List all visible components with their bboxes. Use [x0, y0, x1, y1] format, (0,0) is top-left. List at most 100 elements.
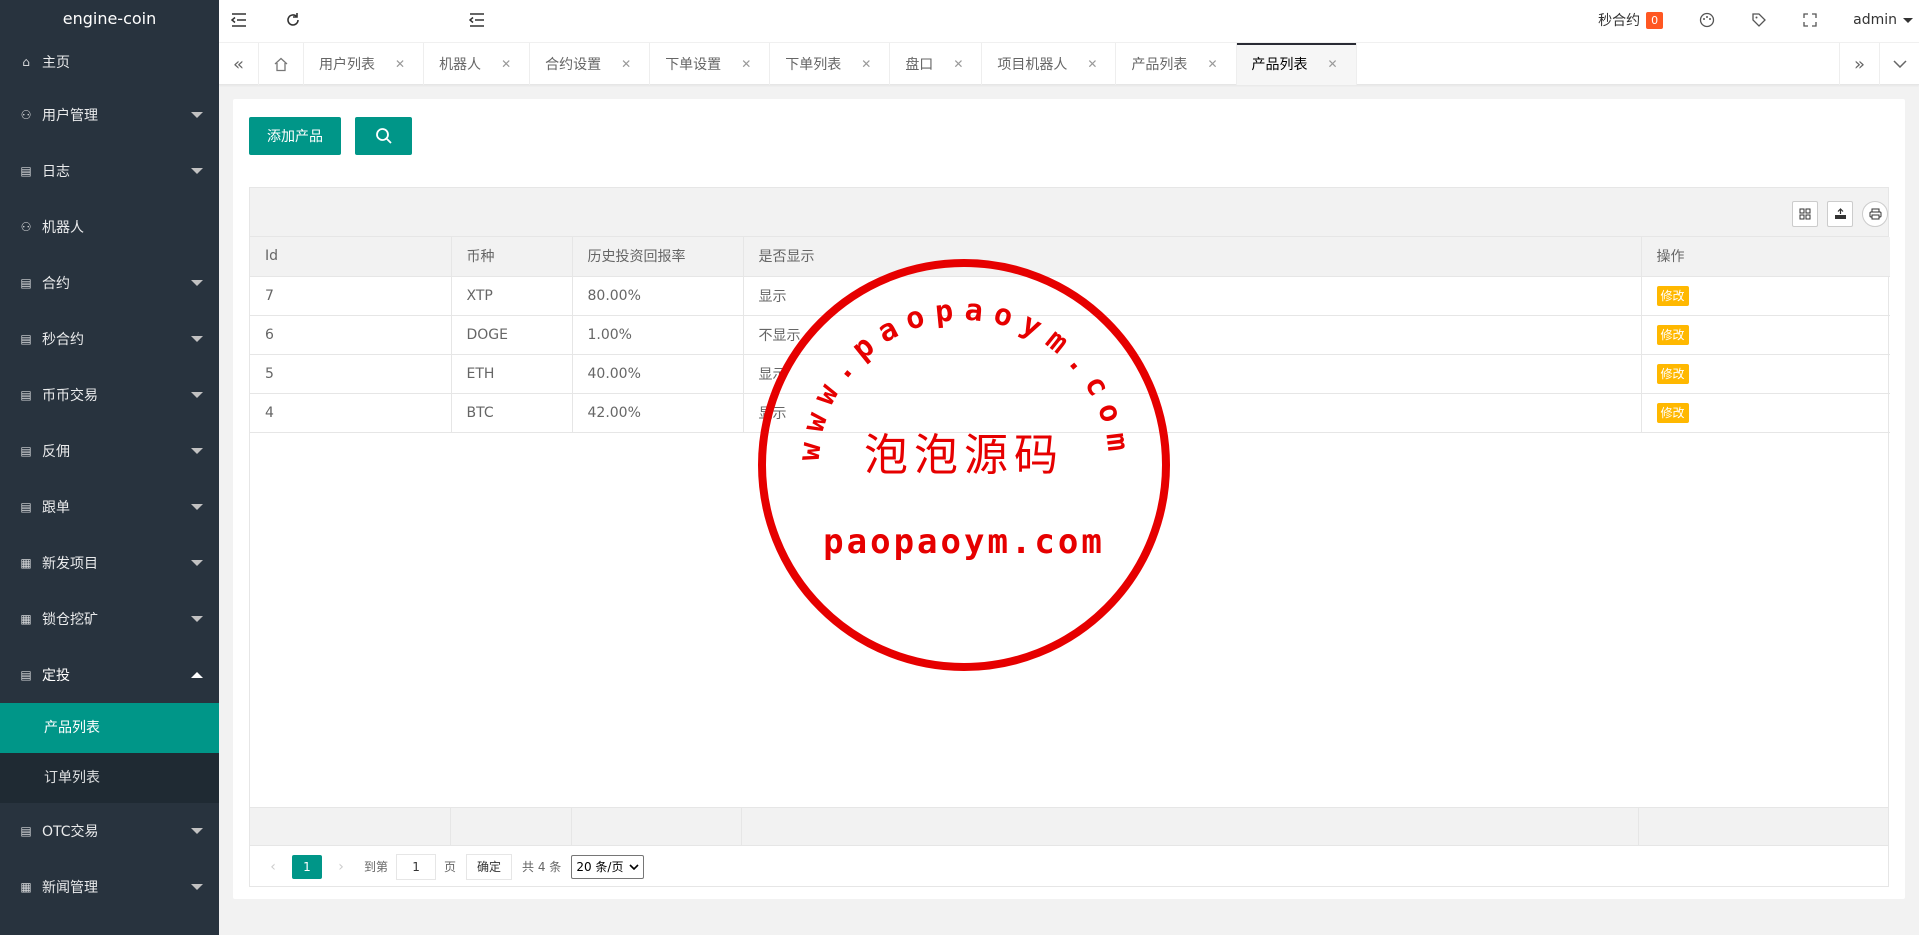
refresh-button[interactable] [273, 0, 313, 40]
page-size-value: 20 条/页 [576, 860, 624, 874]
export-button[interactable] [1827, 201, 1853, 227]
close-icon[interactable]: ✕ [953, 57, 963, 71]
tab-project-robot[interactable]: 项目机器人 ✕ [982, 43, 1117, 85]
close-icon[interactable]: ✕ [1207, 57, 1217, 71]
sidebar-subitem-order-list[interactable]: 订单列表 [0, 753, 219, 803]
tab-user-list[interactable]: 用户列表 ✕ [304, 43, 425, 85]
edit-button[interactable]: 修改 [1656, 324, 1689, 345]
page-current[interactable]: 1 [292, 854, 322, 879]
edit-button[interactable]: 修改 [1656, 363, 1689, 384]
sidebar-subitem-product-list[interactable]: 产品列表 [0, 703, 219, 753]
user-menu[interactable]: admin [1835, 0, 1919, 40]
table-toolbar [250, 188, 1888, 237]
sidebar-item-contract[interactable]: ▤ 合约 [0, 255, 219, 311]
tag-button[interactable] [1733, 0, 1785, 40]
close-icon[interactable]: ✕ [621, 57, 631, 71]
sidebar-item-news[interactable]: ▦ 新闻管理 [0, 859, 219, 915]
prev-page-icon[interactable]: ‹ [262, 859, 284, 875]
content-card: 添加产品 Id 币种 历史投资回报率 是否显示 操作 7 XTP 80.00% … [233, 99, 1905, 899]
edit-button[interactable]: 修改 [1656, 285, 1689, 306]
second-contract-label: 秒合约 [1598, 13, 1641, 29]
fullscreen-button[interactable] [1785, 0, 1835, 40]
col-header-op[interactable]: 操作 [1641, 237, 1890, 277]
menu-toggle-button-alt[interactable] [219, 0, 259, 40]
sidebar-item-user-management[interactable]: ⚇ 用户管理 [0, 87, 219, 143]
menu-fold-icon [469, 13, 484, 27]
news-icon: ▦ [20, 880, 32, 894]
sidebar-item-coin-trade[interactable]: ▤ 币币交易 [0, 367, 219, 423]
sidebar-item-second-contract[interactable]: ▤ 秒合约 [0, 311, 219, 367]
table-row[interactable]: 4 BTC 42.00% 显示 修改 [250, 393, 1890, 433]
cell-rate: 1.00% [572, 315, 744, 355]
double-chevron-left-icon: « [232, 53, 244, 75]
sidebar-item-log[interactable]: ▤ 日志 [0, 143, 219, 199]
sidebar-item-copy-trade[interactable]: ▤ 跟单 [0, 479, 219, 535]
news-icon: ▦ [20, 556, 32, 570]
table-row[interactable]: 5 ETH 40.00% 显示 修改 [250, 354, 1890, 394]
goto-page-input[interactable]: 1 [396, 853, 437, 880]
cell-id: 6 [250, 315, 452, 355]
col-header-show[interactable]: 是否显示 [743, 237, 1642, 277]
tab-contract-settings[interactable]: 合约设置 ✕ [530, 43, 651, 85]
cell-op: 修改 [1641, 315, 1890, 355]
tab-label: 产品列表 [1251, 57, 1308, 73]
cell-id: 4 [250, 393, 452, 433]
column-filter-button[interactable] [1792, 201, 1818, 227]
tab-scroll-left-button[interactable]: « [219, 43, 259, 85]
table-row[interactable]: 6 DOGE 1.00% 不显示 修改 [250, 315, 1890, 355]
sidebar-item-fixed-invest[interactable]: ▤ 定投 [0, 647, 219, 703]
sidebar-item-label: 机器人 [42, 220, 84, 236]
goto-confirm-button[interactable]: 确定 [466, 853, 513, 880]
chevron-down-icon [191, 280, 203, 286]
col-header-coin[interactable]: 币种 [451, 237, 573, 277]
edit-button[interactable]: 修改 [1656, 402, 1689, 423]
print-icon [1869, 208, 1881, 220]
tab-orderbook[interactable]: 盘口 ✕ [890, 43, 983, 85]
sidebar-item-otc[interactable]: ▤ OTC交易 [0, 803, 219, 859]
second-contract-notice[interactable]: 秒合约 0 [1580, 0, 1681, 40]
tab-robot[interactable]: 机器人 ✕ [424, 43, 531, 85]
menu-toggle-button[interactable] [457, 0, 497, 40]
sidebar-item-robot[interactable]: ⚇ 机器人 [0, 199, 219, 255]
chevron-down-icon [1892, 60, 1907, 68]
sidebar-item-rebate[interactable]: ▤ 反佣 [0, 423, 219, 479]
sidebar-item-lock-mining[interactable]: ▦ 锁仓挖矿 [0, 591, 219, 647]
sidebar-item-label: 锁仓挖矿 [42, 612, 98, 628]
user-icon: ⚇ [20, 220, 32, 234]
tab-home[interactable] [259, 43, 304, 85]
theme-button[interactable] [1681, 0, 1733, 40]
sidebar-item-new-project[interactable]: ▦ 新发项目 [0, 535, 219, 591]
tab-list: 用户列表 ✕ 机器人 ✕ 合约设置 ✕ 下单设置 ✕ 下单列表 ✕ 盘口 ✕ 项目机器人 ✕ … [259, 43, 1357, 85]
chevron-down-icon [191, 448, 203, 454]
goto-label: 到第 [364, 860, 389, 874]
doc-icon: ▤ [20, 668, 32, 682]
col-header-id[interactable]: Id [250, 237, 452, 277]
sidebar-item-home[interactable]: ⌂ 主页 [0, 37, 219, 87]
close-icon[interactable]: ✕ [861, 57, 871, 71]
menu-fold-icon [231, 13, 246, 27]
col-header-rate[interactable]: 历史投资回报率 [572, 237, 744, 277]
close-icon[interactable]: ✕ [501, 57, 511, 71]
add-product-button[interactable]: 添加产品 [249, 117, 341, 155]
tab-order-list[interactable]: 下单列表 ✕ [770, 43, 891, 85]
cell-id: 7 [250, 276, 452, 316]
tab-scroll-right-button[interactable]: » [1839, 43, 1879, 85]
close-icon[interactable]: ✕ [741, 57, 751, 71]
tab-order-settings[interactable]: 下单设置 ✕ [650, 43, 771, 85]
next-page-icon[interactable]: › [330, 859, 352, 875]
close-icon[interactable]: ✕ [1328, 57, 1338, 71]
table-row[interactable]: 7 XTP 80.00% 显示 修改 [250, 276, 1890, 316]
tab-product-list[interactable]: 产品列表 ✕ [1116, 43, 1237, 85]
sidebar-item-label: 新闻管理 [42, 880, 98, 896]
chevron-down-icon [191, 828, 203, 834]
search-button[interactable] [355, 117, 412, 155]
header-right: 秒合约 0 admin [1580, 0, 1919, 40]
tab-menu-button[interactable] [1879, 43, 1919, 85]
page-size-select[interactable]: 20 条/页 [571, 854, 645, 879]
tab-product-list-active[interactable]: 产品列表 ✕ [1236, 43, 1357, 85]
close-icon[interactable]: ✕ [1087, 57, 1097, 71]
chevron-down-icon [191, 560, 203, 566]
close-icon[interactable]: ✕ [395, 57, 405, 71]
pagination: ‹ 1 › 到第 1 页 确定 共 4 条 20 条/页 [250, 846, 1888, 887]
print-button[interactable] [1862, 201, 1888, 227]
